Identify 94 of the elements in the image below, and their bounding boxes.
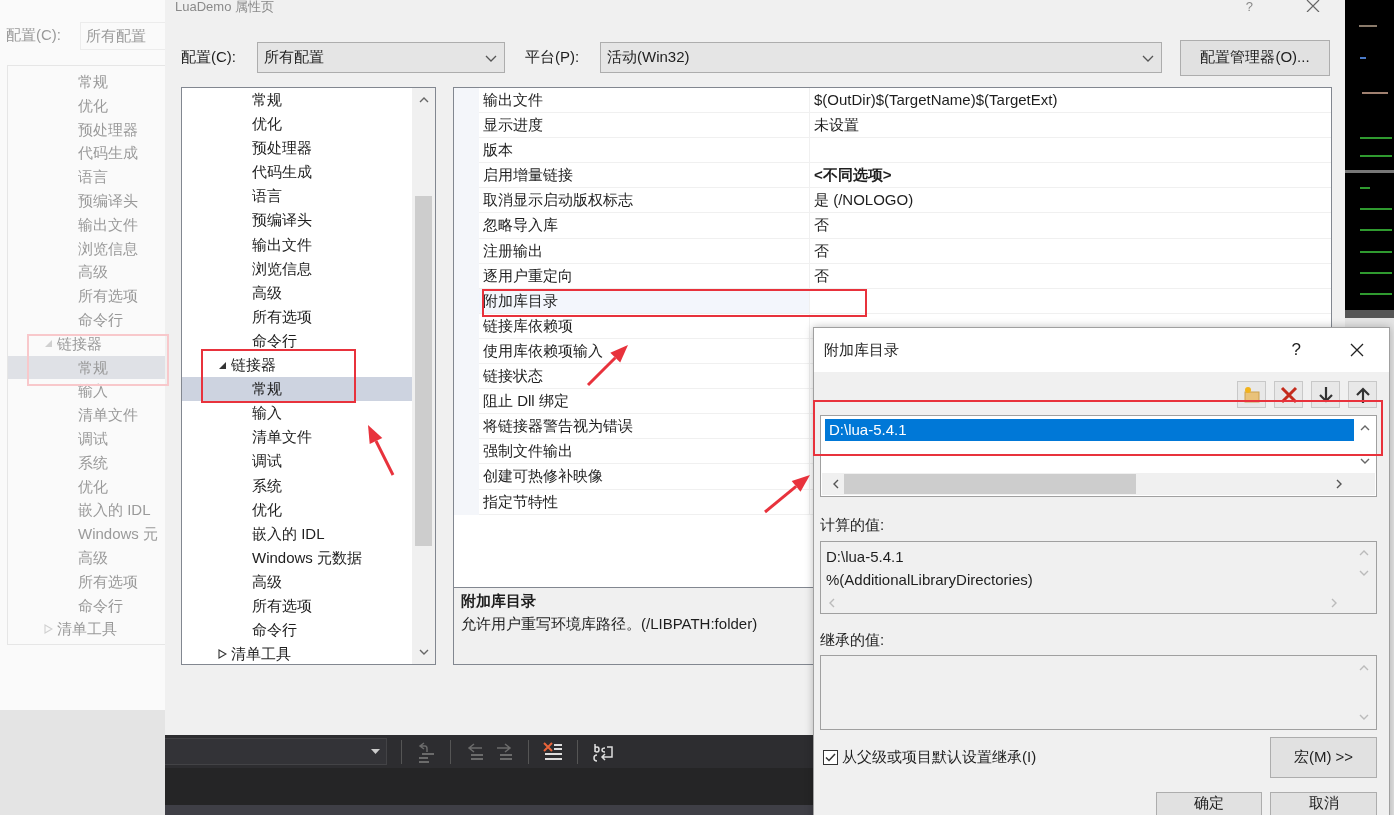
description-text: 允许用户重写环境库路径。(/LIBPATH:folder): [461, 614, 758, 632]
scrollbar[interactable]: [412, 88, 435, 664]
macro-button[interactable]: 宏(M) >>: [1270, 737, 1377, 778]
config-label: 配置(C):: [181, 47, 237, 68]
property-row[interactable]: 启用增量链接 <不同选项>: [479, 163, 1331, 189]
tree-item[interactable]: 所有选项: [182, 304, 412, 329]
inherited-label: 继承的值:: [820, 629, 886, 650]
property-row[interactable]: 忽略导入库 否: [479, 213, 1331, 239]
description-title: 附加库目录: [461, 592, 536, 609]
tree-item[interactable]: 嵌入的 IDL: [182, 521, 412, 546]
new-folder-icon: [1241, 384, 1262, 405]
tree-item[interactable]: 常规: [182, 88, 412, 113]
move-up-button[interactable]: [1348, 381, 1377, 408]
property-row[interactable]: 附加库目录: [479, 288, 1331, 314]
property-name: 取消显示启动版权标志: [483, 191, 633, 209]
property-name: 忽略导入库: [483, 216, 558, 234]
property-name: 逐用户重定向: [483, 266, 573, 284]
property-value: <不同选项>: [814, 166, 892, 184]
tree-item[interactable]: 高级: [182, 569, 412, 594]
tree-item[interactable]: 高级: [182, 280, 412, 305]
tree-item[interactable]: 浏览信息: [182, 256, 412, 281]
arrow: [764, 475, 810, 514]
ok-button[interactable]: 确定: [1156, 792, 1262, 815]
property-value: $(OutDir)$(TargetName)$(TargetExt): [814, 91, 1058, 108]
delete-button[interactable]: [1274, 381, 1303, 408]
clear-all-icon[interactable]: [543, 740, 563, 763]
property-value: 否: [814, 241, 829, 259]
checkbox-label: 从父级或项目默认设置继承(I): [842, 747, 1037, 768]
property-name: 输出文件: [483, 91, 543, 108]
property-name: 链接状态: [483, 367, 543, 385]
tree-item[interactable]: 系统: [182, 473, 412, 498]
delete-icon: [1278, 384, 1299, 405]
config-label: 配置(C):: [6, 25, 61, 45]
tree-item[interactable]: 常规: [182, 377, 412, 402]
tree-item[interactable]: 优化: [182, 112, 412, 137]
property-name: 链接库依赖项: [483, 316, 573, 334]
computed-value: D:\lua-5.4.1: [826, 546, 905, 567]
platform-dropdown[interactable]: 活动(Win32): [600, 42, 1162, 73]
tree-item[interactable]: 预编译头: [182, 208, 412, 233]
property-name: 将链接器警告视为错误: [483, 417, 633, 435]
property-name: 启用增量链接: [483, 166, 573, 184]
property-name: 创建可热修补映像: [483, 467, 603, 485]
property-name: 附加库目录: [483, 291, 558, 309]
tree-item[interactable]: 链接器: [182, 353, 412, 378]
dialog-title: 附加库目录: [824, 339, 899, 360]
scrollbar[interactable]: [822, 473, 1375, 495]
cancel-button[interactable]: 取消: [1270, 792, 1377, 815]
platform-label: 平台(P):: [525, 47, 581, 68]
config-manager-button[interactable]: 配置管理器(O)...: [1180, 39, 1330, 76]
property-value: 是 (/NOLOGO): [814, 191, 914, 209]
tree-item[interactable]: 清单工具: [182, 642, 412, 664]
config-dropdown[interactable]: 所有配置: [257, 42, 505, 73]
property-name: 强制文件输出: [483, 442, 573, 460]
property-row[interactable]: 取消显示启动版权标志 是 (/NOLOGO): [479, 188, 1331, 214]
help-button[interactable]: ?: [1291, 337, 1301, 363]
property-row[interactable]: 显示进度 未设置: [479, 113, 1331, 139]
property-value: 未设置: [814, 116, 859, 134]
tree-item[interactable]: 命令行: [182, 328, 412, 354]
property-name: 使用库依赖项输入: [483, 341, 603, 359]
tree-item[interactable]: 代码生成: [182, 160, 412, 185]
tree-item[interactable]: 命令行: [182, 618, 412, 643]
previous-message-icon[interactable]: [465, 740, 485, 763]
tree-item[interactable]: 输出文件: [182, 232, 412, 257]
computed-label: 计算的值:: [820, 515, 886, 535]
goto-line-icon[interactable]: [416, 740, 436, 763]
property-value: 否: [814, 216, 829, 234]
property-row[interactable]: 注册输出 否: [479, 238, 1331, 264]
property-name: 注册输出: [483, 241, 543, 259]
property-value: 否: [814, 266, 829, 284]
tree-item[interactable]: Windows 元数据: [182, 545, 412, 570]
tree-item[interactable]: 优化: [182, 497, 412, 522]
property-name: 版本: [483, 141, 513, 159]
arrow: [368, 425, 395, 476]
tree-item[interactable]: 所有选项: [182, 593, 412, 619]
move-down-button[interactable]: [1311, 381, 1340, 408]
tree-item[interactable]: 调试: [182, 449, 412, 474]
dropdown-arrow-icon: [371, 749, 380, 754]
window-title: LuaDemo 属性页: [175, 0, 274, 14]
tree-item[interactable]: 语言: [182, 184, 412, 209]
tree-item[interactable]: 输入: [182, 401, 412, 426]
next-message-icon[interactable]: [494, 740, 514, 763]
property-row[interactable]: 输出文件 $(OutDir)$(TargetName)$(TargetExt): [479, 88, 1331, 114]
property-row[interactable]: 版本: [479, 138, 1331, 164]
new-folder-button[interactable]: [1237, 381, 1266, 408]
list-item[interactable]: D:\lua-5.4.1: [825, 419, 1354, 441]
property-name: 阻止 Dll 绑定: [483, 392, 569, 410]
property-row[interactable]: 逐用户重定向 否: [479, 263, 1331, 289]
tree-item[interactable]: 清单文件: [182, 425, 412, 450]
property-name: 显示进度: [483, 116, 543, 134]
tree-item[interactable]: 预处理器: [182, 136, 412, 161]
close-icon[interactable]: [1349, 342, 1365, 358]
property-name: 指定节特性: [483, 492, 558, 510]
checkbox[interactable]: [823, 750, 838, 765]
computed-value: %(AdditionalLibraryDirectories): [826, 569, 1034, 590]
